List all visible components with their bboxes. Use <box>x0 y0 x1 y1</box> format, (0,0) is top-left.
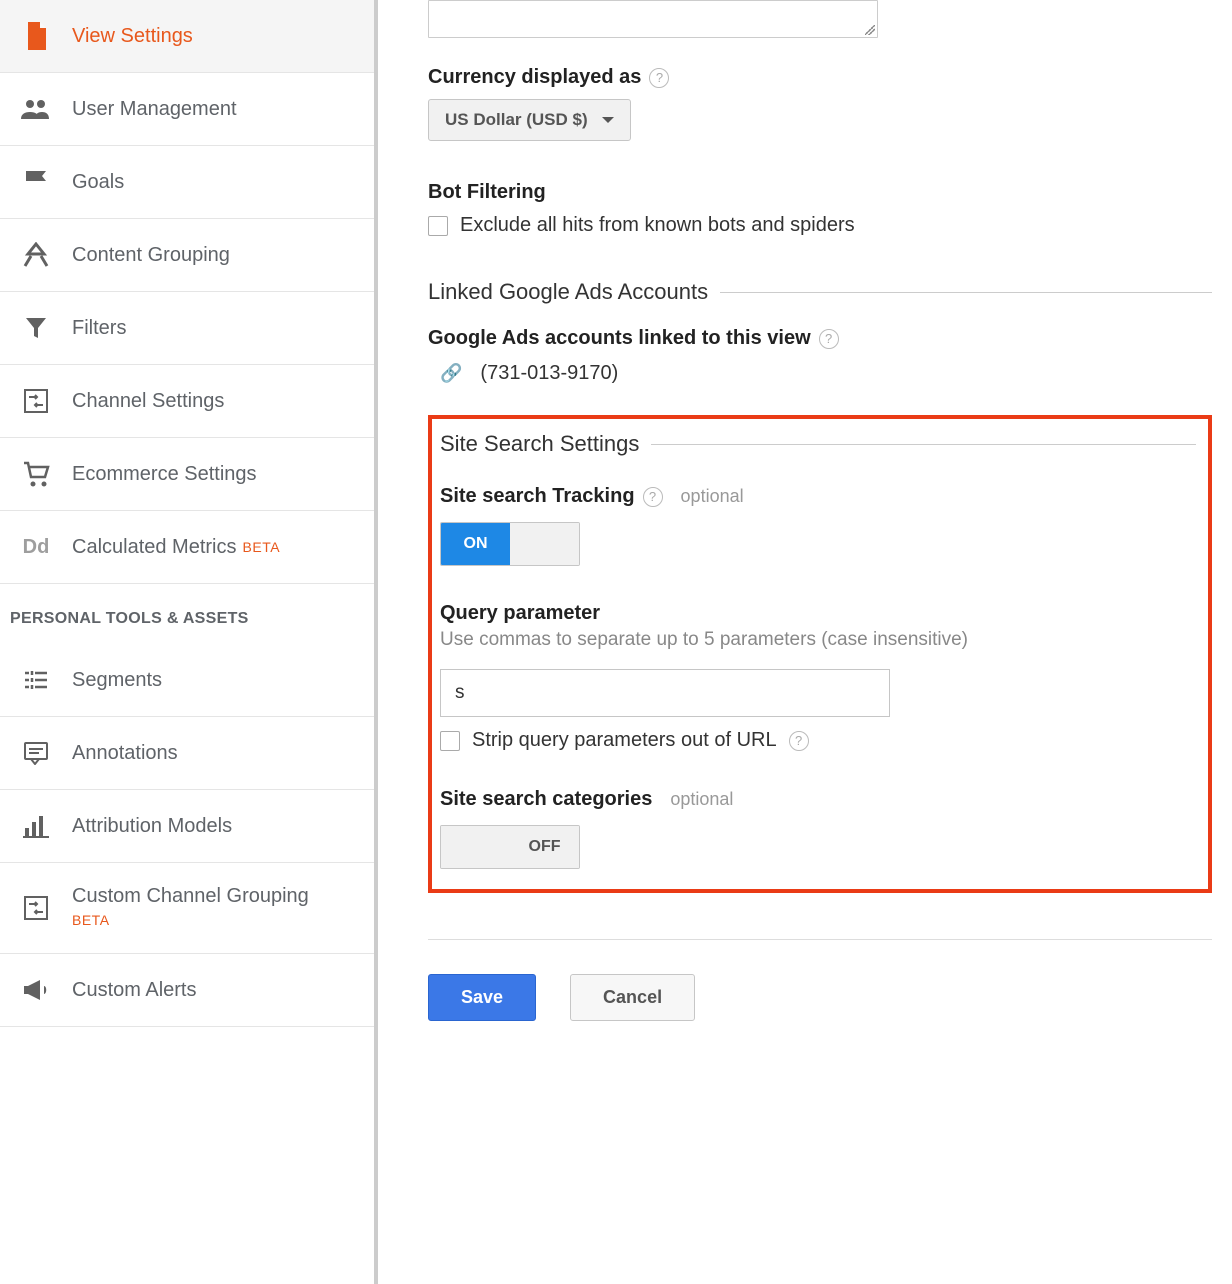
optional-label: optional <box>670 789 733 810</box>
beta-badge: BETA <box>72 912 110 928</box>
toggle-off-label: OFF <box>510 826 579 868</box>
bar-chart-icon <box>18 812 54 840</box>
checkbox[interactable] <box>440 731 460 751</box>
megaphone-icon <box>18 976 54 1004</box>
query-param-input[interactable] <box>440 669 890 717</box>
site-search-tracking-label: Site search Tracking ? optional <box>440 485 1196 508</box>
sidebar-item-annotations[interactable]: Annotations <box>0 717 374 790</box>
help-icon[interactable]: ? <box>819 329 839 349</box>
sidebar-item-label: Segments <box>72 669 162 692</box>
sidebar-item-user-management[interactable]: User Management <box>0 73 374 146</box>
sidebar-item-label: Goals <box>72 171 124 194</box>
sidebar-item-label: Custom Channel Grouping <box>72 885 309 907</box>
metrics-icon: Dd <box>18 533 54 561</box>
channel-icon <box>18 894 54 922</box>
beta-badge: BETA <box>243 539 281 555</box>
toggle-off-side <box>510 523 579 565</box>
checkbox-label: Strip query parameters out of URL <box>472 729 777 752</box>
sidebar-item-custom-alerts[interactable]: Custom Alerts <box>0 954 374 1027</box>
checkbox[interactable] <box>428 216 448 236</box>
site-search-highlight: Site Search Settings Site search Trackin… <box>428 415 1212 893</box>
sidebar-item-label: Custom Alerts <box>72 979 196 1002</box>
cart-icon <box>18 460 54 488</box>
help-icon[interactable]: ? <box>649 68 669 88</box>
sidebar-item-label: Attribution Models <box>72 815 232 838</box>
site-search-categories-label: Site search categories optional <box>440 788 1196 811</box>
sidebar-item-segments[interactable]: Segments <box>0 644 374 717</box>
query-param-label: Query parameter <box>440 602 1196 625</box>
textarea-field[interactable] <box>428 0 878 38</box>
link-icon: 🔗 <box>440 363 462 384</box>
channel-icon <box>18 387 54 415</box>
chevron-down-icon <box>602 117 614 123</box>
sidebar-item-calculated-metrics[interactable]: Dd Calculated Metrics BETA <box>0 511 374 584</box>
bot-filtering-checkbox-row[interactable]: Exclude all hits from known bots and spi… <box>428 214 1212 237</box>
help-icon[interactable]: ? <box>789 731 809 751</box>
sidebar-item-attribution-models[interactable]: Attribution Models <box>0 790 374 863</box>
toggle-on-label: ON <box>441 523 510 565</box>
sidebar-item-view-settings[interactable]: View Settings <box>0 0 374 73</box>
sidebar-item-label: Filters <box>72 317 126 340</box>
sidebar-item-goals[interactable]: Goals <box>0 146 374 219</box>
document-icon <box>18 22 54 50</box>
grouping-icon <box>18 241 54 269</box>
sidebar-item-label: Calculated Metrics <box>72 536 237 559</box>
site-search-tracking-toggle[interactable]: ON <box>440 522 580 566</box>
sidebar-item-custom-channel-grouping[interactable]: Custom Channel Grouping BETA <box>0 863 374 954</box>
sidebar-item-label: Ecommerce Settings <box>72 463 257 486</box>
sidebar-item-label: User Management <box>72 98 237 121</box>
sidebar-item-channel-settings[interactable]: Channel Settings <box>0 365 374 438</box>
sidebar-item-ecommerce[interactable]: Ecommerce Settings <box>0 438 374 511</box>
dropdown-value: US Dollar (USD $) <box>445 110 588 130</box>
sidebar-item-content-grouping[interactable]: Content Grouping <box>0 219 374 292</box>
filter-icon <box>18 314 54 342</box>
sidebar-item-filters[interactable]: Filters <box>0 292 374 365</box>
cancel-button[interactable]: Cancel <box>570 974 695 1021</box>
linked-ads-sublabel: Google Ads accounts linked to this view … <box>428 327 1212 350</box>
strip-query-checkbox-row[interactable]: Strip query parameters out of URL ? <box>440 729 1196 752</box>
help-icon[interactable]: ? <box>643 487 663 507</box>
currency-dropdown[interactable]: US Dollar (USD $) <box>428 99 631 141</box>
sidebar-item-label: View Settings <box>72 25 193 48</box>
checkbox-label: Exclude all hits from known bots and spi… <box>460 214 855 237</box>
currency-label: Currency displayed as ? <box>428 66 1212 89</box>
save-button[interactable]: Save <box>428 974 536 1021</box>
sidebar-item-label: Content Grouping <box>72 244 230 267</box>
annotation-icon <box>18 739 54 767</box>
optional-label: optional <box>681 486 744 507</box>
main-content: Currency displayed as ? US Dollar (USD $… <box>378 0 1232 1284</box>
segments-icon <box>18 666 54 694</box>
ads-account-row: 🔗 (731-013-9170) <box>440 362 1212 385</box>
ads-account-id: (731-013-9170) <box>480 362 618 385</box>
toggle-on-side <box>441 826 510 868</box>
users-icon <box>18 95 54 123</box>
bot-filtering-label: Bot Filtering <box>428 181 1212 204</box>
site-search-categories-toggle[interactable]: OFF <box>440 825 580 869</box>
site-search-heading: Site Search Settings <box>440 431 1196 457</box>
sidebar-section-title: PERSONAL TOOLS & ASSETS <box>0 584 374 644</box>
linked-ads-heading: Linked Google Ads Accounts <box>428 279 1212 305</box>
sidebar-item-label: Annotations <box>72 742 178 765</box>
sidebar: View Settings User Management Goals Cont… <box>0 0 378 1284</box>
flag-icon <box>18 168 54 196</box>
button-row: Save Cancel <box>428 939 1212 1021</box>
query-param-desc: Use commas to separate up to 5 parameter… <box>440 629 1196 651</box>
sidebar-item-label: Channel Settings <box>72 390 224 413</box>
